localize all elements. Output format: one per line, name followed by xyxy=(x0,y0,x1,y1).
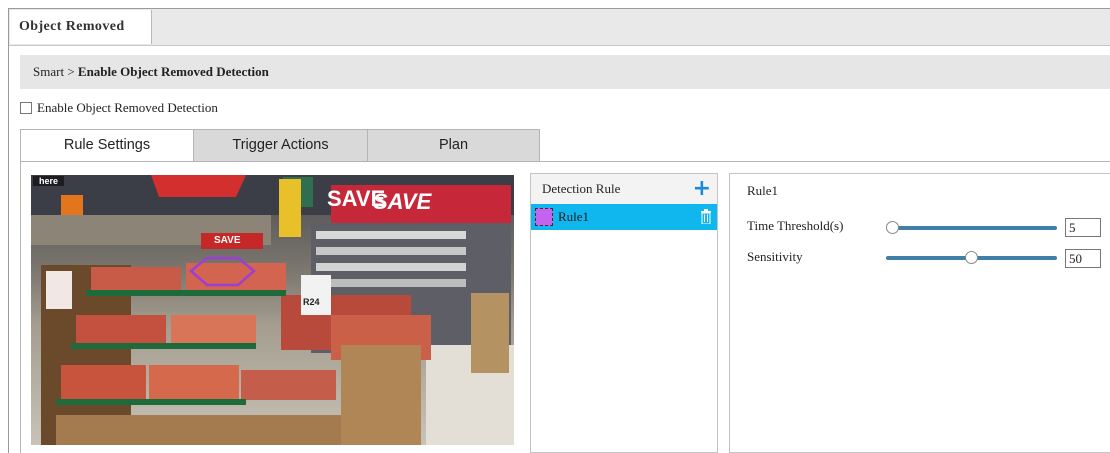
rule-color-swatch xyxy=(535,208,553,226)
enable-detection-label[interactable]: Enable Object Removed Detection xyxy=(37,100,218,116)
rule-detail-panel: Rule1 Time Threshold(s) 5 Sensitivity 50 xyxy=(729,173,1110,453)
panel-border xyxy=(20,161,21,453)
tab-rule-settings[interactable]: Rule Settings xyxy=(20,129,194,162)
breadcrumb-current: Enable Object Removed Detection xyxy=(77,64,269,79)
tab-plan[interactable]: Plan xyxy=(367,129,540,162)
detection-rule-title: Detection Rule xyxy=(542,181,621,196)
video-sign-save-3: SAVE xyxy=(214,235,241,246)
sensitivity-label: Sensitivity xyxy=(747,249,803,264)
tab-object-removed[interactable]: Object Removed xyxy=(10,10,152,44)
tabs-divider xyxy=(20,161,1110,162)
breadcrumb: Smart > Enable Object Removed Detection xyxy=(20,55,1110,89)
sensitivity-slider-handle[interactable] xyxy=(965,251,978,264)
plus-icon[interactable]: + xyxy=(693,178,711,200)
time-threshold-input[interactable]: 5 xyxy=(1065,218,1101,237)
detection-rule-panel: Detection Rule + Rule1 xyxy=(530,173,718,453)
top-tab-strip xyxy=(9,9,1110,46)
breadcrumb-separator: > xyxy=(67,64,75,79)
time-threshold-label: Time Threshold(s) xyxy=(747,218,844,233)
time-threshold-slider[interactable] xyxy=(886,226,1057,230)
video-sign-save-2: SAVE xyxy=(373,189,432,214)
video-scene xyxy=(31,175,514,445)
enable-detection-checkbox[interactable] xyxy=(20,102,32,114)
rule-detail-title: Rule1 xyxy=(747,183,779,198)
enable-detection-row: Enable Object Removed Detection xyxy=(20,100,218,116)
video-overlay-text: here xyxy=(33,176,65,186)
detection-rule-header: Detection Rule + xyxy=(531,174,717,204)
live-video-view[interactable]: here SAVE SAVE SAVE R24 xyxy=(31,175,514,445)
rule-item-label: Rule1 xyxy=(558,209,590,224)
trash-icon[interactable] xyxy=(700,209,712,224)
tab-trigger-actions[interactable]: Trigger Actions xyxy=(193,129,368,162)
breadcrumb-root[interactable]: Smart xyxy=(33,64,64,79)
rule-list-item[interactable]: Rule1 xyxy=(531,204,717,230)
video-price-tag: R24 xyxy=(303,297,320,307)
time-threshold-slider-handle[interactable] xyxy=(886,221,899,234)
sensitivity-input[interactable]: 50 xyxy=(1065,249,1101,268)
